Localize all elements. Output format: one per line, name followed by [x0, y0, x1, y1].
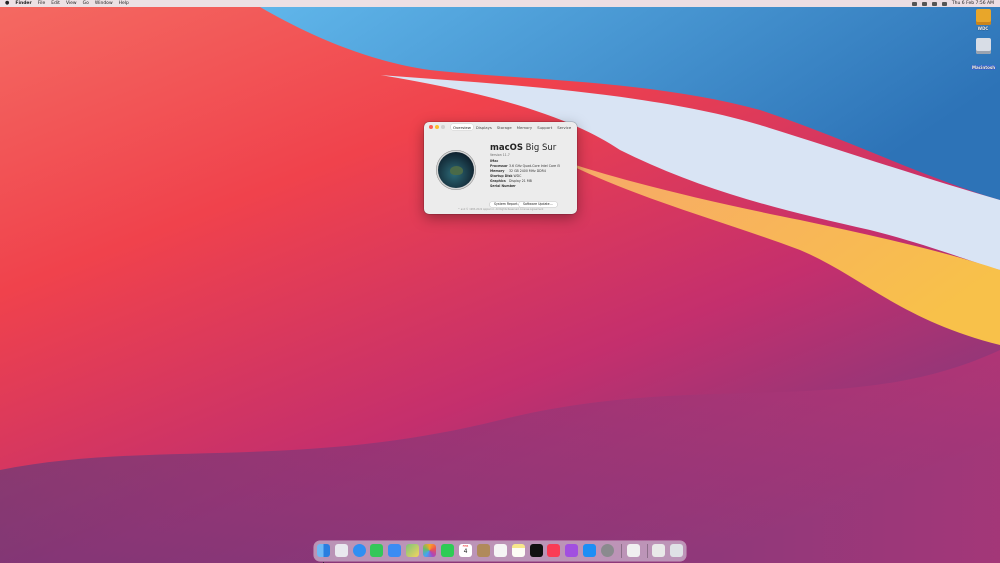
messages-icon[interactable] — [370, 544, 383, 557]
finder-icon[interactable] — [317, 544, 330, 563]
os-version: Version 11.7 — [490, 153, 510, 157]
desktop-wallpaper — [0, 0, 1000, 563]
menu-window[interactable]: Window — [95, 0, 113, 7]
app-icon[interactable] — [627, 544, 640, 557]
desktop-icon-wdc[interactable]: WDC — [971, 9, 995, 31]
preview-icon[interactable] — [652, 544, 665, 557]
dock-separator — [647, 544, 648, 558]
menu-edit[interactable]: Edit — [51, 0, 60, 7]
menu-bar: ● Finder File Edit View Go Window Help T… — [0, 0, 1000, 7]
spec-model: iMac — [490, 159, 499, 163]
window-titlebar[interactable]: Overview Displays Storage Memory Support… — [424, 122, 577, 132]
reminders-icon[interactable] — [494, 544, 507, 557]
wifi-icon[interactable] — [921, 1, 927, 6]
software-update-button[interactable]: Software Update... — [519, 202, 557, 207]
safari-icon[interactable] — [353, 544, 366, 557]
menu-go[interactable]: Go — [83, 0, 89, 7]
facetime-icon[interactable] — [441, 544, 454, 557]
tab-service[interactable]: Service — [555, 124, 573, 130]
search-icon[interactable] — [931, 1, 937, 6]
tab-displays[interactable]: Displays — [474, 124, 494, 130]
contacts-icon[interactable] — [477, 544, 490, 557]
big-sur-logo — [438, 152, 474, 188]
menu-file[interactable]: File — [38, 0, 46, 7]
notes-icon[interactable] — [512, 544, 525, 557]
spec-graphics: Graphics Display 21 MB — [490, 179, 532, 183]
os-name: macOS Big Sur — [490, 143, 557, 153]
hard-drive-icon — [975, 9, 991, 25]
music-icon[interactable] — [547, 544, 560, 557]
menu-help[interactable]: Help — [119, 0, 129, 7]
tab-storage[interactable]: Storage — [495, 124, 514, 130]
launchpad-icon[interactable] — [335, 544, 348, 557]
desktop-icon-label: Macintosh — [971, 65, 997, 70]
tab-overview[interactable]: Overview — [451, 124, 473, 130]
calendar-day: 4 — [463, 548, 468, 555]
maps-icon[interactable] — [406, 544, 419, 557]
control-center-icon[interactable] — [941, 1, 947, 6]
calendar-icon[interactable]: FEB 4 — [459, 544, 472, 557]
tab-support[interactable]: Support — [535, 124, 554, 130]
dock-separator — [621, 544, 622, 558]
menu-clock[interactable]: Thu 6 Feb 7:56 AM — [952, 0, 994, 7]
spec-serial-number: Serial Number — [490, 184, 516, 188]
copyright-text: ™ and © 1983-2022 Apple Inc. All Rights … — [457, 208, 544, 211]
zoom-button[interactable] — [441, 125, 445, 129]
internal-disk-icon — [975, 38, 991, 54]
desktop-icon-macintosh[interactable]: Macintosh — [971, 38, 997, 73]
podcasts-icon[interactable] — [565, 544, 578, 557]
dock: FEB 4 — [314, 541, 686, 563]
input-source-icon[interactable] — [911, 1, 917, 6]
system-preferences-icon[interactable] — [601, 544, 614, 557]
minimize-button[interactable] — [435, 125, 439, 129]
menu-view[interactable]: View — [66, 0, 77, 7]
apple-tv-icon[interactable] — [530, 544, 543, 557]
spec-memory: Memory 32 GB 2400 MHz DDR4 — [490, 169, 546, 173]
trash-icon[interactable] — [670, 544, 683, 557]
about-this-mac-window: Overview Displays Storage Memory Support… — [424, 122, 577, 214]
close-button[interactable] — [429, 125, 433, 129]
spec-processor: Processor 3.6 GHz Quad-Core Intel Core i… — [490, 164, 561, 168]
photos-icon[interactable] — [423, 544, 436, 557]
menu-app-name[interactable]: Finder — [15, 0, 31, 7]
apple-menu-icon[interactable]: ● — [5, 0, 9, 7]
spec-startup-disk: Startup Disk WDC — [490, 174, 522, 178]
mail-icon[interactable] — [388, 544, 401, 557]
tab-memory[interactable]: Memory — [515, 124, 534, 130]
app-store-icon[interactable] — [583, 544, 596, 557]
desktop-icon-label: WDC — [977, 26, 989, 31]
